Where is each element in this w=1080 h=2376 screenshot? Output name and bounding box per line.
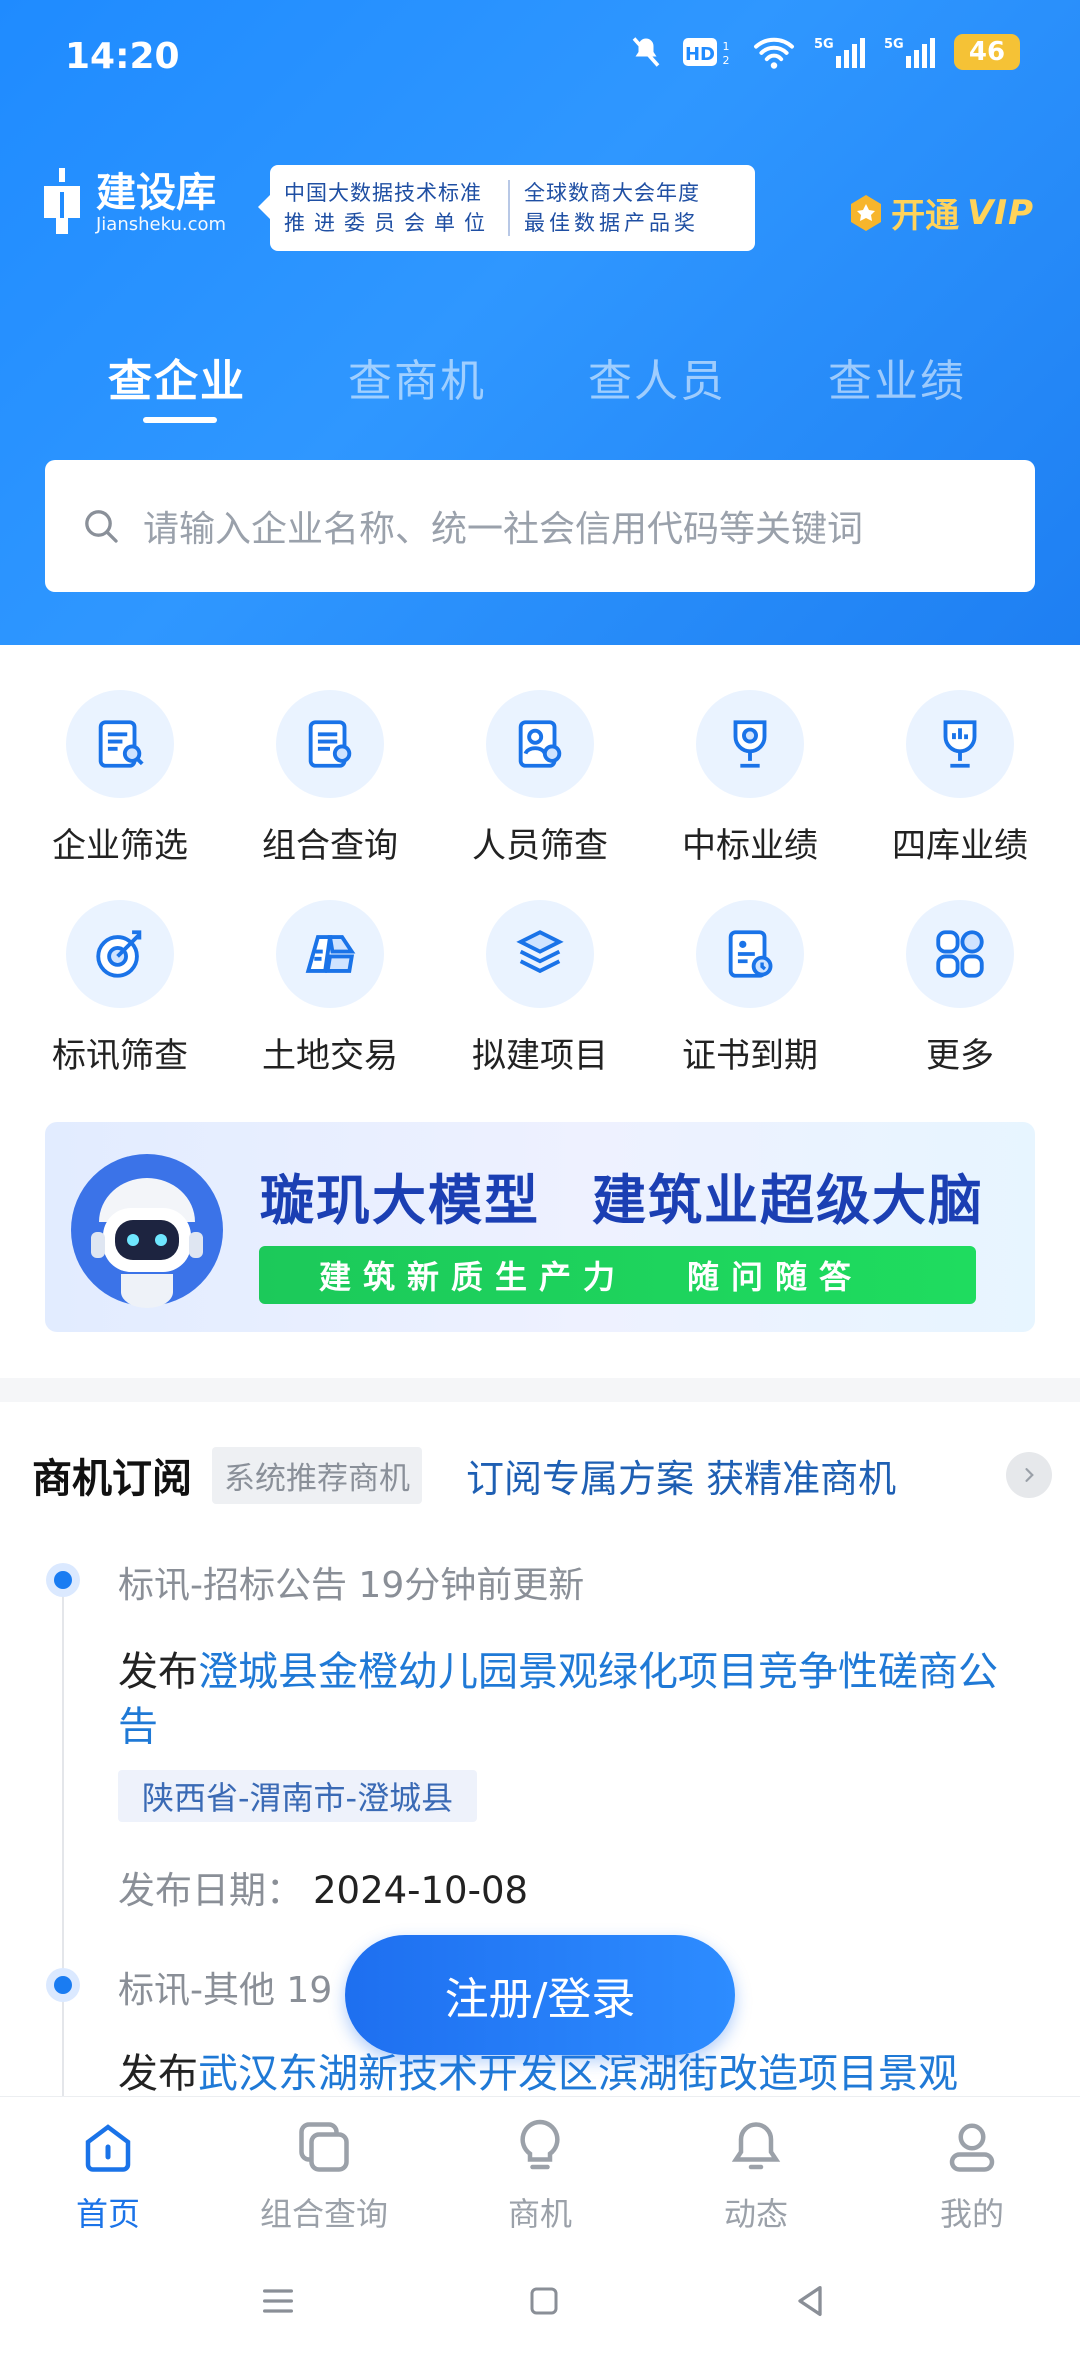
banner-title-2: 建筑业超级大脑	[592, 1169, 984, 1232]
banner-slogan-left: 建筑新质生产力	[319, 1258, 628, 1296]
tab-company[interactable]: 查企业	[108, 345, 246, 409]
wifi-icon	[754, 37, 794, 69]
brand-logo: 建设库 Jiansheku.com	[40, 168, 226, 238]
banner-title-1: 璇玑大模型	[260, 1169, 540, 1232]
award-left-line2: 推进委员会单位	[284, 211, 494, 235]
list-item-title[interactable]: 发布澄城县金橙幼儿园景观绿化项目竞争性磋商公告	[118, 1645, 1018, 1755]
company-filter-icon	[98, 720, 144, 768]
menu-icon[interactable]	[258, 2281, 298, 2321]
brand-name: 建设库	[96, 170, 216, 216]
grid-item-land-trade[interactable]: 土地交易	[225, 900, 435, 1090]
award-right-line2: 最佳数据产品奖	[524, 211, 699, 235]
signal-5g-icon: 5G	[814, 37, 865, 68]
publish-date: 发布日期： 2024-10-08	[118, 1869, 529, 1912]
crown-badge-icon	[851, 194, 882, 231]
list-item-title[interactable]: 发布武汉东湖新技术开发区滨湖街改造项目景观	[118, 2047, 1018, 2102]
home-square-icon[interactable]	[526, 2283, 562, 2319]
bid-info-icon	[96, 930, 142, 978]
timeline-dot	[46, 1563, 80, 1597]
banner-title: 璇玑大模型 建筑业超级大脑	[260, 1156, 984, 1235]
bell-icon	[731, 2122, 781, 2170]
vip-tag: VIP	[967, 192, 1034, 233]
bid-win-icon	[733, 720, 767, 768]
banner-slogan-right: 随问随答	[687, 1258, 864, 1296]
ai-model-banner[interactable]: 璇玑大模型 建筑业超级大脑 建筑新质生产力 随问随答	[45, 1122, 1035, 1332]
robot-mascot-icon	[71, 1154, 223, 1308]
svg-text:HD: HD	[685, 44, 715, 65]
award-badge: 中国大数据技术标准 推进委员会单位 全球数商大会年度 最佳数据产品奖	[258, 165, 755, 251]
personnel-check-icon	[518, 720, 562, 768]
svg-text:1: 1	[723, 40, 730, 53]
tab-opportunity[interactable]: 查商机	[348, 345, 486, 409]
banner-slogan-bar: 建筑新质生产力 随问随答	[259, 1246, 976, 1304]
section-divider	[0, 1378, 1080, 1402]
vip-label: 开通	[891, 196, 960, 236]
app-root: 14:20 HD 1 2 5G 5G 46 建设库 Jiansheku.com 中国…	[0, 0, 1080, 2376]
bottom-nav: 首页 组合查询 商机 动态 我的	[0, 2096, 1080, 2251]
chevron-right-icon[interactable]	[1006, 1452, 1052, 1498]
mute-icon	[632, 37, 660, 67]
grid-item-company-filter[interactable]: 企业筛选	[15, 690, 225, 880]
system-nav-bar	[0, 2251, 1080, 2376]
tab-personnel[interactable]: 查人员	[588, 345, 726, 409]
section-title: 商机订阅	[32, 1456, 192, 1502]
combined-query-icon	[308, 720, 352, 768]
tab-performance[interactable]: 查业绩	[828, 345, 966, 409]
grid-item-bid-win[interactable]: 中标业绩	[645, 690, 855, 880]
svg-text:5G: 5G	[814, 37, 834, 52]
list-item-meta: 标讯-其他 19	[118, 1970, 333, 2011]
nav-home[interactable]: 首页	[0, 2117, 216, 2235]
opportunity-icon	[520, 2119, 560, 2170]
award-divider	[508, 180, 510, 236]
region-tag: 陕西省-渭南市-澄城县	[118, 1770, 478, 1822]
signal-5g-icon-2: 5G	[884, 37, 935, 68]
grid-item-combined-query[interactable]: 组合查询	[225, 690, 435, 880]
grid-item-certificate-expiry[interactable]: 证书到期	[645, 900, 855, 1090]
vip-button[interactable]: 开通 VIP	[849, 188, 1034, 237]
svg-text:2: 2	[723, 54, 730, 67]
back-icon[interactable]	[790, 2281, 830, 2321]
nav-activity[interactable]: 动态	[648, 2117, 864, 2235]
subscribe-link[interactable]: 订阅专属方案 获精准商机	[466, 1448, 896, 1503]
timeline-dot	[46, 1968, 80, 2002]
svg-text:5G: 5G	[884, 37, 904, 52]
grid-item-more[interactable]: 更多	[855, 900, 1065, 1090]
logo-icon	[44, 168, 80, 234]
battery-indicator: 46	[954, 34, 1020, 70]
search-icon	[85, 510, 118, 543]
nav-profile[interactable]: 我的	[864, 2117, 1080, 2235]
four-library-icon	[943, 720, 977, 768]
header-hero: 14:20 HD 1 2 5G 5G 46 建设库 Jiansheku.com 中国…	[0, 0, 1080, 645]
certificate-expiry-icon	[728, 930, 773, 978]
status-bar: 14:20 HD 1 2 5G 5G 46	[0, 0, 1080, 120]
list-item-meta: 标讯-招标公告 19分钟前更新	[118, 1565, 585, 1606]
search-tabs: 查企业 查商机 查人员 查业绩	[0, 345, 1080, 435]
section-tag: 系统推荐商机	[212, 1446, 422, 1504]
user-icon	[949, 2123, 995, 2172]
home-icon	[85, 2124, 131, 2172]
combined-query-nav-icon	[299, 2122, 349, 2172]
opportunity-section-header: 商机订阅 系统推荐商机 订阅专属方案 获精准商机	[32, 1440, 1052, 1510]
grid-item-four-library[interactable]: 四库业绩	[855, 690, 1065, 880]
brand-domain: Jiansheku.com	[96, 214, 227, 235]
status-icons: HD 1 2 5G 5G 46	[628, 34, 1020, 70]
nav-combined-query[interactable]: 组合查询	[216, 2117, 432, 2235]
planned-project-icon	[516, 930, 564, 974]
grid-item-personnel-check[interactable]: 人员筛查	[435, 690, 645, 880]
status-time: 14:20	[65, 36, 180, 77]
nav-opportunity[interactable]: 商机	[432, 2117, 648, 2235]
award-left-line1: 中国大数据技术标准	[284, 181, 482, 205]
search-input[interactable]: 请输入企业名称、统一社会信用代码等关键词	[143, 500, 863, 552]
hd-icon: HD 12	[683, 38, 730, 67]
login-button[interactable]: 注册/登录	[345, 1935, 735, 2055]
timeline-line	[62, 1580, 64, 2100]
award-right-line1: 全球数商大会年度	[524, 181, 700, 205]
grid-item-planned-project[interactable]: 拟建项目	[435, 900, 645, 1090]
grid-item-bid-info[interactable]: 标讯筛查	[15, 900, 225, 1090]
land-trade-icon	[305, 935, 356, 973]
search-box[interactable]: 请输入企业名称、统一社会信用代码等关键词	[45, 460, 1035, 592]
more-icon	[936, 930, 984, 978]
tab-underline	[143, 417, 217, 423]
